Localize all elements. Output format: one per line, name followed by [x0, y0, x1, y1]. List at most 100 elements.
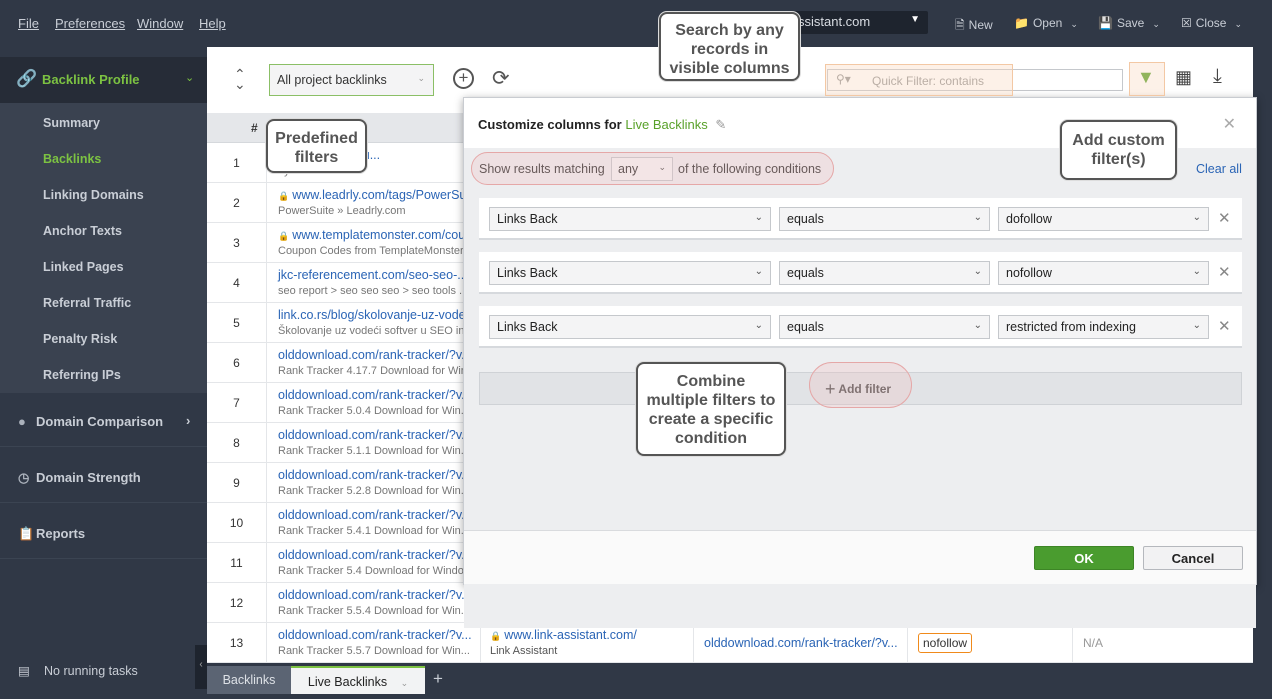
close-button[interactable]: ☒ Close ⌄	[1181, 16, 1242, 30]
menubar: File Preferences Window Help ssistant.co…	[0, 0, 1272, 47]
collapse-sidebar-button[interactable]: ‹	[195, 645, 207, 689]
link-icon: 🔗	[16, 69, 38, 88]
filter-operator-select[interactable]: equals ⌄	[779, 207, 990, 231]
remove-filter-icon[interactable]: ✕	[1218, 317, 1231, 335]
url-link[interactable]: jkc-referencement.com/seo-seo-...	[278, 268, 468, 282]
menu-window[interactable]: Window	[137, 16, 183, 31]
filter-field-select[interactable]: Links Back ⌄	[489, 207, 771, 231]
download-icon[interactable]: ⤓	[1213, 65, 1222, 88]
add-circle-icon[interactable]: +	[453, 68, 474, 89]
row-number: 1	[207, 143, 267, 183]
sidebar-item-linked-pages[interactable]: Linked Pages	[43, 260, 124, 274]
sidebar-section-title: Backlink Profile	[42, 72, 140, 87]
sidebar-section-reports[interactable]: 📋 Reports	[18, 526, 85, 542]
chevron-down-icon: ⌄	[185, 72, 195, 84]
chevron-down-icon[interactable]: ⌄	[401, 678, 409, 688]
grid-icon[interactable]: ▦	[1175, 67, 1192, 88]
url-link[interactable]: olddownload.com/rank-tracker/?v...	[278, 588, 472, 602]
url-link[interactable]: 🔒 www.templatemonster.com/cou...	[278, 228, 476, 242]
match-condition-highlight	[471, 152, 834, 185]
url-link[interactable]: olddownload.com/rank-tracker/?v...	[278, 628, 472, 642]
menu-preferences[interactable]: Preferences	[55, 16, 125, 31]
menu-help[interactable]: Help	[199, 16, 226, 31]
remove-filter-icon[interactable]: ✕	[1218, 209, 1231, 227]
open-button[interactable]: 📁 Open ⌄	[1014, 16, 1078, 30]
page-title: Coupon Codes from TemplateMonster ...	[278, 245, 476, 257]
column-header-num[interactable]: #	[251, 121, 258, 135]
filter-value-select[interactable]: dofollow ⌄	[998, 207, 1209, 231]
floppy-icon: 💾	[1098, 16, 1113, 30]
target-url-link[interactable]: olddownload.com/rank-tracker/?v...	[704, 636, 898, 650]
filter-field-select[interactable]: Links Back ⌄	[489, 315, 771, 339]
sidebar-item-anchor-texts[interactable]: Anchor Texts	[43, 224, 122, 238]
menu-file[interactable]: File	[18, 16, 39, 31]
filter-preset-select[interactable]: All project backlinks ⌄	[269, 64, 434, 96]
save-button[interactable]: 💾 Save ⌄	[1098, 16, 1160, 30]
url-link[interactable]: olddownload.com/rank-tracker/?v...	[278, 428, 472, 442]
clear-all-link[interactable]: Clear all	[1196, 162, 1242, 176]
table-row[interactable]: 13 olddownload.com/rank-tracker/?v... Rank…	[207, 623, 1253, 663]
tasks-status[interactable]: ▤ No running tasks	[18, 663, 138, 678]
lock-icon: 🔒	[490, 631, 502, 641]
sidebar-section-domain-comparison[interactable]: ● Domain Comparison ›	[18, 413, 190, 429]
sidebar-item-referring-ips[interactable]: Referring IPs	[43, 368, 121, 382]
sidebar-item-penalty-risk[interactable]: Penalty Risk	[43, 332, 117, 346]
page-title: Rank Tracker 5.5.4 Download for Win...	[278, 605, 470, 617]
refresh-icon[interactable]: ⟳	[492, 66, 510, 91]
divider	[0, 446, 207, 447]
tab-backlinks[interactable]: Backlinks	[207, 666, 291, 694]
add-tab-button[interactable]: +	[433, 669, 443, 689]
row-number: 4	[207, 263, 267, 303]
page-title: Rank Tracker 5.1.1 Download for Win...	[278, 445, 470, 457]
chevron-down-icon: ⌄	[1192, 212, 1201, 223]
page-title: Rank Tracker 5.2.8 Download for Win...	[278, 485, 470, 497]
url-link[interactable]: olddownload.com/rank-tracker/?v...	[278, 548, 472, 562]
dialog-title: Customize columns for Live Backlinks ✎	[478, 117, 727, 132]
chevron-down-icon: ⌄	[1192, 266, 1201, 277]
cancel-button[interactable]: Cancel	[1143, 546, 1243, 570]
callout-search: Search by any records in visible columns	[659, 12, 800, 81]
close-icon[interactable]: ✕	[1223, 114, 1236, 134]
sidebar-item-linking-domains[interactable]: Linking Domains	[43, 188, 144, 202]
row-number: 13	[207, 623, 267, 663]
folder-icon: 📁	[1014, 16, 1029, 30]
url-link[interactable]: olddownload.com/rank-tracker/?v...	[278, 468, 472, 482]
sidebar-section-domain-strength[interactable]: ◷ Domain Strength	[18, 470, 141, 486]
divider	[0, 502, 207, 503]
pencil-icon[interactable]: ✎	[715, 117, 726, 132]
filter-operator-select[interactable]: equals ⌄	[779, 261, 990, 285]
chevron-down-icon[interactable]: ⌄	[1070, 19, 1078, 29]
chevron-down-icon: ⌄	[754, 212, 763, 223]
ok-button[interactable]: OK	[1034, 546, 1134, 570]
sidebar-section-backlink-profile[interactable]: 🔗 Backlink Profile ⌄	[0, 57, 207, 103]
sidebar-item-summary[interactable]: Summary	[43, 116, 100, 130]
expand-collapse-icon[interactable]: ⌃ ⌄	[234, 67, 246, 91]
lock-icon: 🔒	[278, 231, 290, 241]
filter-field-select[interactable]: Links Back ⌄	[489, 261, 771, 285]
new-button[interactable]: 🗎 New	[955, 16, 993, 37]
report-icon: 📋	[18, 526, 35, 541]
domain-link[interactable]: 🔒www.link-assistant.com/	[490, 628, 637, 642]
chevron-down-icon[interactable]: ⌄	[1234, 19, 1242, 29]
filter-value-select[interactable]: restricted from indexing ⌄	[998, 315, 1209, 339]
na-value: N/A	[1083, 636, 1104, 650]
chevron-down-icon: ⌄	[1192, 320, 1201, 331]
sidebar-subitems	[0, 103, 207, 393]
row-number: 6	[207, 343, 267, 383]
project-select[interactable]: ssistant.com ▼	[780, 11, 928, 34]
filter-operator-select[interactable]: equals ⌄	[779, 315, 990, 339]
filter-value-select[interactable]: nofollow ⌄	[998, 261, 1209, 285]
gauge-icon: ◷	[18, 470, 30, 485]
divider	[693, 623, 694, 663]
sidebar-item-backlinks[interactable]: Backlinks	[43, 152, 101, 166]
url-link[interactable]: 🔒 www.leadrly.com/tags/PowerSu...	[278, 188, 477, 202]
sidebar-item-referral-traffic[interactable]: Referral Traffic	[43, 296, 131, 310]
page-title: Rank Tracker 5.4.1 Download for Win...	[278, 525, 470, 537]
chevron-down-icon[interactable]: ⌄	[1152, 19, 1160, 29]
url-link[interactable]: olddownload.com/rank-tracker/?v...	[278, 388, 472, 402]
tab-live-backlinks[interactable]: Live Backlinks ⌄	[291, 666, 425, 694]
url-link[interactable]: link.co.rs/blog/skolovanje-uz-vode...	[278, 308, 476, 322]
url-link[interactable]: olddownload.com/rank-tracker/?v...	[278, 348, 472, 362]
remove-filter-icon[interactable]: ✕	[1218, 263, 1231, 281]
url-link[interactable]: olddownload.com/rank-tracker/?v...	[278, 508, 472, 522]
